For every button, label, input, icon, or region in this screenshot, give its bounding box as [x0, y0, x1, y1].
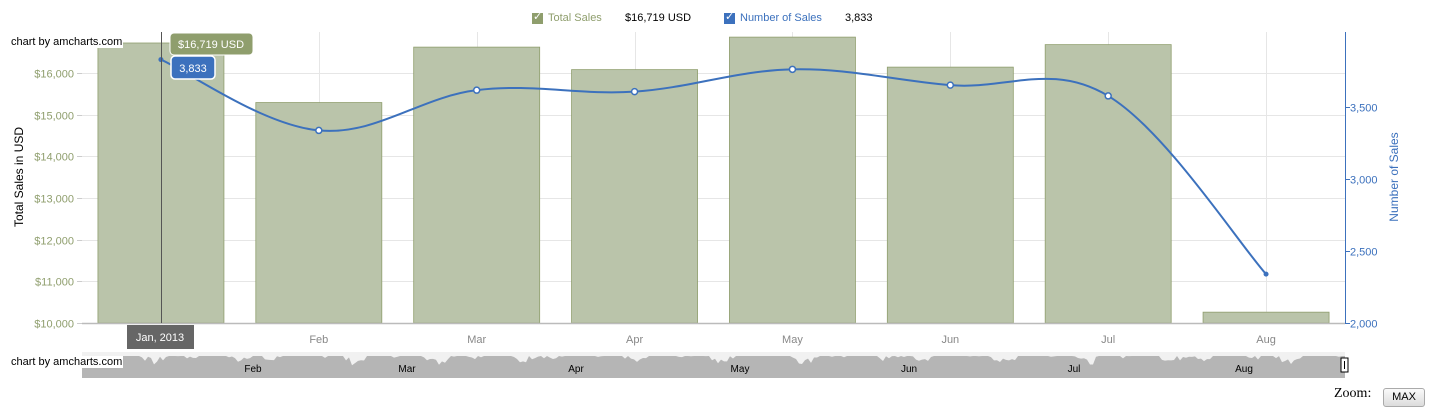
- y-tick-label-left: $15,000: [34, 111, 74, 123]
- zoom-label: Zoom:: [1334, 386, 1372, 401]
- scrollbar-label: Mar: [398, 364, 416, 375]
- scrollbar-label: Jun: [901, 364, 917, 375]
- line-point[interactable]: [630, 87, 639, 96]
- bar-aug[interactable]: [1202, 311, 1330, 324]
- line-point[interactable]: [788, 65, 797, 74]
- y-tick-label-left: $16,000: [34, 69, 74, 81]
- scrollbar-label: Apr: [568, 364, 584, 375]
- y-tick-label-right: 3,000: [1350, 175, 1378, 187]
- x-tick-label: Feb: [309, 334, 328, 346]
- line-point[interactable]: [315, 126, 323, 135]
- balloon-sales-label: $16,719 USD: [178, 39, 244, 51]
- x-tick-label: Mar: [467, 334, 486, 346]
- x-tick-label: Apr: [626, 334, 643, 346]
- y-tick-label-left: $12,000: [34, 236, 74, 248]
- y-tick-label-right: 3,500: [1350, 103, 1378, 115]
- line-point[interactable]: [1263, 271, 1269, 277]
- bar-jul[interactable]: [1044, 44, 1172, 324]
- scrollbar-label: Jul: [1068, 364, 1081, 375]
- scrollbar-selection[interactable]: [82, 352, 1345, 378]
- amcharts-credit[interactable]: chart by amcharts.com: [10, 36, 124, 48]
- y-tick-label-right: 2,500: [1350, 247, 1378, 259]
- bar-feb[interactable]: [255, 102, 383, 324]
- cursor-category-label: Jan, 2013: [136, 332, 184, 344]
- x-tick-label: Jun: [941, 334, 959, 346]
- bar-jun[interactable]: [886, 66, 1014, 324]
- line-point[interactable]: [158, 57, 164, 63]
- y-axis-title-right: Number of Sales: [1387, 132, 1401, 221]
- bar-apr[interactable]: [571, 69, 698, 324]
- y-axis-title-left: Total Sales in USD: [12, 127, 26, 227]
- y-tick-label-left: $11,000: [35, 277, 74, 289]
- y-tick-label-left: $14,000: [34, 152, 74, 164]
- bar-may[interactable]: [729, 36, 856, 324]
- scrollbar-label: Aug: [1235, 364, 1253, 375]
- y-tick-label-right: 2,000: [1350, 319, 1378, 331]
- line-point[interactable]: [946, 81, 955, 89]
- scrollbar-label: Feb: [244, 364, 262, 375]
- line-point[interactable]: [472, 86, 481, 94]
- x-tick-label: May: [782, 334, 803, 346]
- balloon-count-label: 3,833: [179, 63, 207, 75]
- amcharts-credit-scrollbar[interactable]: chart by amcharts.com: [10, 356, 124, 368]
- x-tick-label: Aug: [1256, 334, 1276, 346]
- y-tick-label-left: $13,000: [34, 194, 74, 206]
- chart-area[interactable]: $10,000 $11,000 $12,000 $13,000 $14,000 $15,0…: [0, 0, 1429, 414]
- scrollbar-label: May: [731, 364, 750, 375]
- zoom-max-button[interactable]: MAX: [1383, 388, 1425, 407]
- x-tick-label: Jul: [1101, 334, 1115, 346]
- line-point[interactable]: [1104, 92, 1112, 100]
- y-tick-label-left: $10,000: [34, 319, 74, 331]
